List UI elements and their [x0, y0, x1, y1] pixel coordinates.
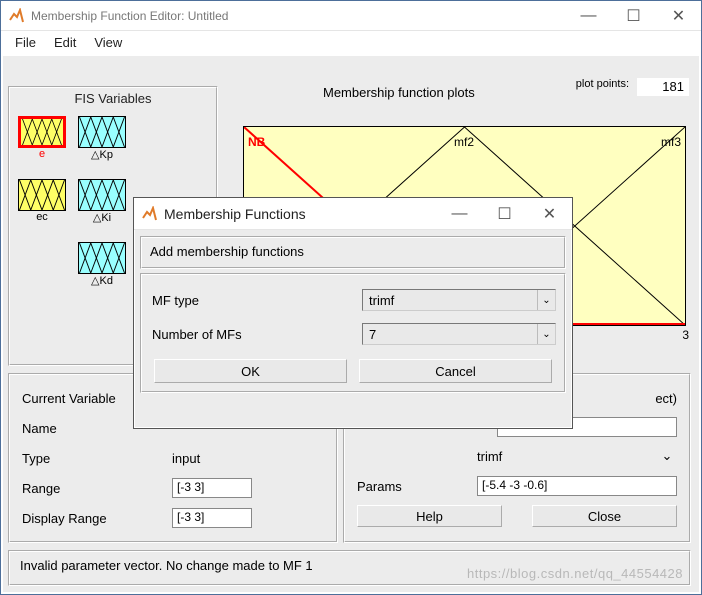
mf-label-mf2: mf2	[454, 135, 474, 149]
close-button[interactable]: ✕	[656, 1, 701, 31]
fis-var-e[interactable]: e	[18, 116, 66, 160]
menu-file[interactable]: File	[6, 33, 45, 52]
fis-variables-title: FIS Variables	[38, 91, 188, 106]
maximize-button[interactable]: ☐	[611, 1, 656, 31]
mf-type-label: MF type	[150, 293, 362, 308]
display-range-input[interactable]: [-3 3]	[172, 508, 252, 528]
dialog-close-button[interactable]: ✕	[527, 199, 572, 229]
app-icon	[8, 8, 24, 24]
fis-var-label: ec	[36, 211, 48, 223]
display-range-label: Display Range	[22, 511, 172, 526]
range-label: Range	[22, 481, 172, 496]
range-input[interactable]: [-3 3]	[172, 478, 252, 498]
plot-points-label: plot points:	[576, 78, 629, 90]
plot-title: Membership function plots	[323, 85, 475, 100]
params-input[interactable]: [-5.4 -3 -0.6]	[477, 476, 677, 496]
titlebar: Membership Function Editor: Untitled — ☐…	[1, 1, 701, 31]
status-text: Invalid parameter vector. No change made…	[20, 558, 313, 573]
chevron-down-icon: ⌄	[537, 324, 555, 344]
fis-var-dkp[interactable]: △Kp	[78, 116, 126, 161]
type-label: Type	[22, 451, 172, 466]
dialog-text: Add membership functions	[140, 236, 566, 269]
ok-button[interactable]: OK	[154, 359, 347, 383]
number-of-mfs-label: Number of MFs	[150, 327, 362, 342]
fis-var-label: △Kd	[91, 275, 113, 287]
plot-points-input[interactable]: 181	[637, 78, 689, 96]
number-of-mfs-select[interactable]: 7 ⌄	[362, 323, 556, 345]
watermark: https://blog.csdn.net/qq_44554428	[467, 566, 683, 581]
mf-label-nb: NB	[248, 135, 265, 149]
fis-var-label: e	[39, 148, 45, 160]
number-of-mfs-value: 7	[369, 327, 376, 342]
add-mf-dialog: Membership Functions — ☐ ✕ Add membershi…	[133, 197, 573, 429]
app-icon	[141, 206, 157, 222]
cancel-button[interactable]: Cancel	[359, 359, 552, 383]
x-tick: 3	[682, 328, 689, 342]
dialog-title: Membership Functions	[164, 206, 437, 222]
type-value: input	[172, 451, 200, 466]
fis-var-dkd[interactable]: △Kd	[78, 242, 126, 287]
mf-type-value: trimf	[369, 293, 394, 308]
chevron-down-icon[interactable]: ⌄	[657, 448, 677, 464]
params-label: Params	[357, 479, 477, 494]
mf-type-select[interactable]: trimf ⌄	[362, 289, 556, 311]
fis-var-label: △Ki	[93, 212, 111, 224]
dialog-minimize-button[interactable]: —	[437, 199, 482, 229]
fis-var-ec[interactable]: ec	[18, 179, 66, 223]
menu-edit[interactable]: Edit	[45, 33, 85, 52]
fis-var-label: △Kp	[91, 149, 113, 161]
dialog-maximize-button[interactable]: ☐	[482, 199, 527, 229]
close-button[interactable]: Close	[532, 505, 677, 527]
help-button[interactable]: Help	[357, 505, 502, 527]
minimize-button[interactable]: —	[566, 1, 611, 31]
fis-var-dki[interactable]: △Ki	[78, 179, 126, 224]
chevron-down-icon: ⌄	[537, 290, 555, 310]
panel-heading-cut: ect)	[655, 391, 677, 406]
panel-heading: Current Variable	[22, 391, 116, 406]
menu-view[interactable]: View	[85, 33, 131, 52]
mf-label-mf3: mf3	[661, 135, 681, 149]
menubar: File Edit View	[1, 31, 701, 53]
window-title: Membership Function Editor: Untitled	[31, 9, 566, 23]
mf-type-value: trimf	[477, 449, 657, 464]
